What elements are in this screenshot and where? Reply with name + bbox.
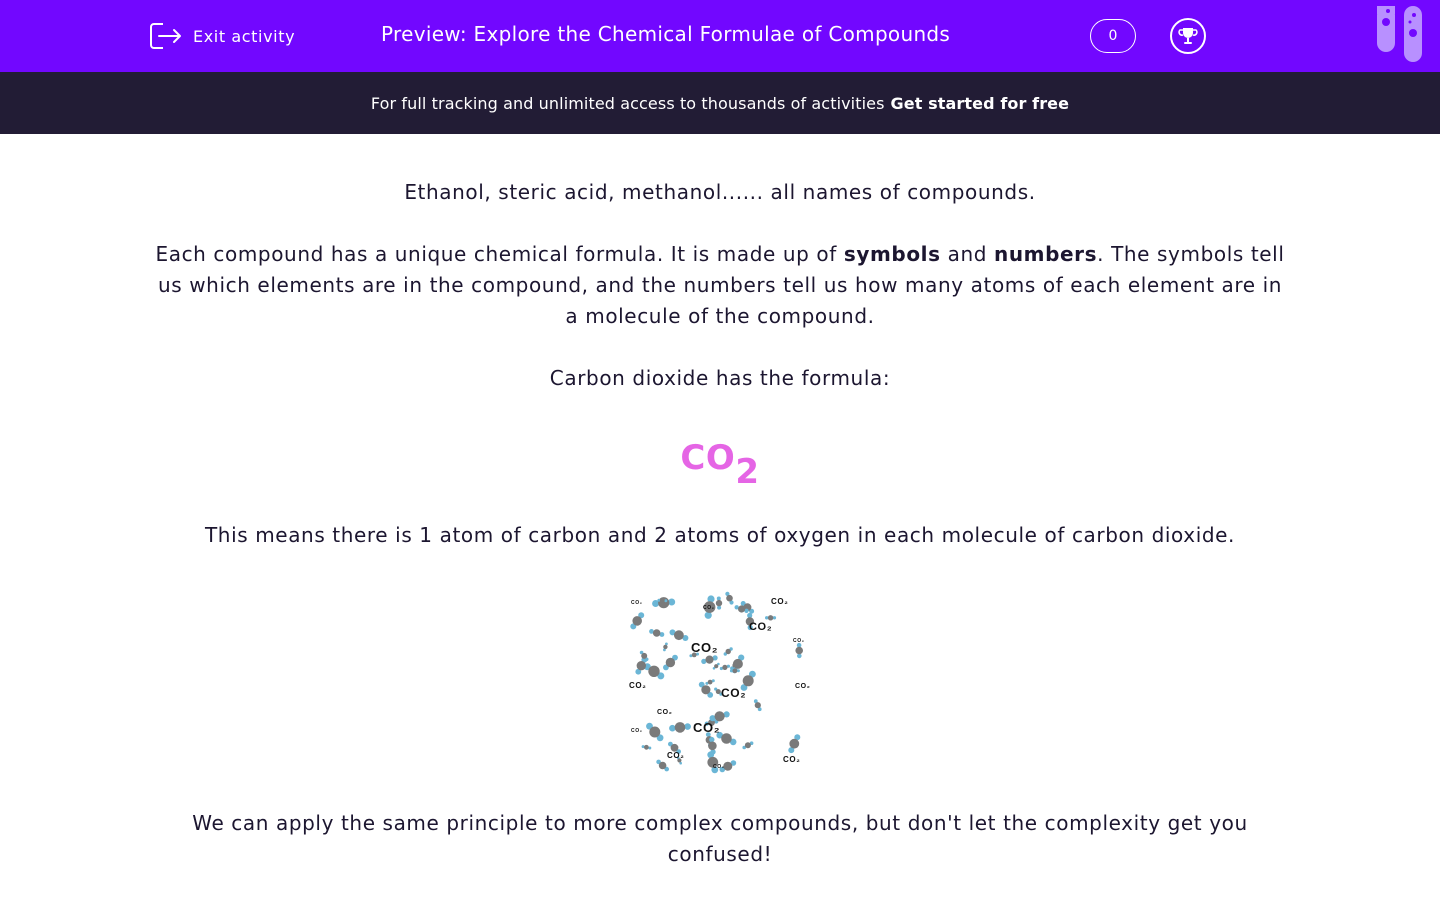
formula-meaning: This means there is 1 atom of carbon and…: [204, 523, 1236, 547]
molecule-label: CO₂: [703, 605, 715, 611]
explanation-text-and: and: [940, 242, 994, 266]
page-title: Preview: Explore the Chemical Formulae o…: [381, 22, 951, 46]
exit-icon: [150, 23, 181, 49]
molecule-label: CO₂: [667, 751, 684, 760]
exit-activity-button[interactable]: Exit activity: [149, 20, 295, 52]
formula-intro: Carbon dioxide has the formula:: [549, 366, 891, 390]
keyword-numbers: numbers: [993, 242, 1098, 266]
explanation-text-start: Each compound has a unique chemical form…: [155, 242, 844, 266]
molecule-label: CO₂: [749, 621, 772, 633]
molecule-label: CO₂: [795, 683, 810, 690]
molecule-label: CO₂: [783, 755, 800, 764]
closing-paragraph: We can apply the same principle to more …: [192, 811, 1248, 866]
banner-text: For full tracking and unlimited access t…: [370, 93, 885, 113]
top-bar: Exit activity Preview: Explore the Chemi…: [0, 0, 1440, 72]
score-badge: 0: [1090, 19, 1136, 53]
formula-subscript: 2: [735, 452, 760, 492]
molecule-label: CO₂: [657, 709, 672, 716]
lesson-content: Ethanol, steric acid, methanol...... all…: [150, 134, 1290, 870]
keyword-symbols: symbols: [843, 242, 941, 266]
formula-symbols: CO: [680, 438, 736, 478]
intro-paragraph: Ethanol, steric acid, methanol...... all…: [404, 180, 1036, 204]
molecule-label: CO₂: [721, 686, 746, 700]
molecule-label: CO₂: [629, 681, 646, 690]
molecule-label: CO₂: [631, 600, 643, 606]
test-tubes-icon: [1377, 6, 1422, 62]
molecule-label: CO₂: [713, 764, 725, 770]
trophy-icon: [1178, 28, 1198, 44]
formula-explanation-paragraph: Each compound has a unique chemical form…: [150, 239, 1290, 332]
molecule-label: CO₂: [793, 638, 805, 644]
co2-molecules-image: CO₂ CO₂ CO₂ CO₂ CO₂ CO₂ CO₂ CO₂ CO₂ CO₂ …: [621, 582, 819, 780]
signup-banner: For full tracking and unlimited access t…: [0, 72, 1440, 134]
molecule-label: CO₂: [771, 597, 788, 606]
trophy-button[interactable]: [1170, 18, 1206, 54]
exit-activity-label: Exit activity: [193, 26, 296, 46]
molecule-label: CO₂: [693, 720, 720, 735]
get-started-link[interactable]: Get started for free: [891, 94, 1070, 113]
molecule-label: CO₂: [691, 640, 718, 655]
molecule-label: CO₂: [631, 728, 643, 734]
co2-formula: CO2: [150, 438, 1290, 492]
